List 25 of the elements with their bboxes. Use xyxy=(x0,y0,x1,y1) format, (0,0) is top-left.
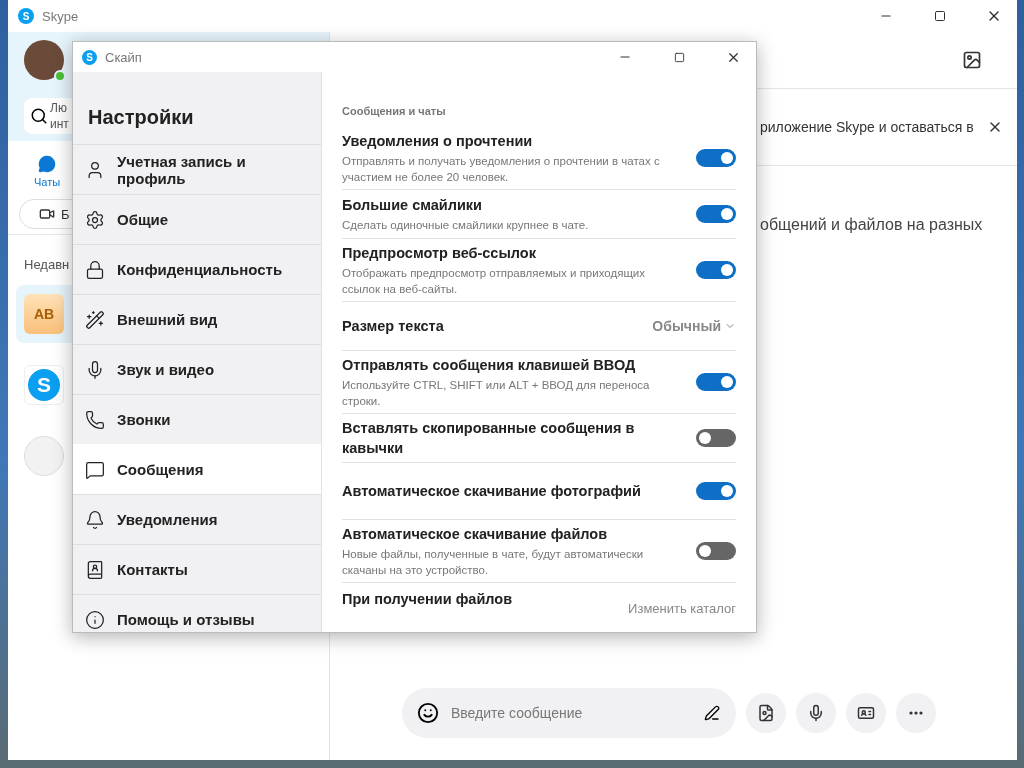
setting-description: Отображать предпросмотр отправляемых и приходящих ссылок на веб-сайты. xyxy=(342,266,647,297)
initials-avatar: AB xyxy=(24,294,64,334)
settings-heading: Настройки xyxy=(87,105,195,130)
content-text: общений и файлов на разных xyxy=(760,216,983,234)
setting-description: Используйте CTRL, SHIFT или ALT + ВВОД для переноса строки. xyxy=(342,378,651,409)
logo-avatar: S xyxy=(24,365,64,405)
setting-title: Автоматическое скачивание файлов xyxy=(342,525,609,544)
setting-title: Большие смайлики xyxy=(342,196,483,215)
setting-title: При получении файлов xyxy=(342,590,513,609)
banner-text: риложение Skype и оставаться в xyxy=(760,119,975,135)
logo-icon: S xyxy=(18,8,34,24)
setting-description: Отправлять и получать уведомления о прочтении в чатах с участием не более 20 человек. xyxy=(342,154,661,185)
section-heading: Сообщения и чаты xyxy=(342,104,447,119)
setting-title: Размер текста xyxy=(342,317,445,336)
logo-icon: S xyxy=(82,49,97,65)
window-title: Skype xyxy=(42,8,80,24)
window-title: Скайп xyxy=(105,49,143,65)
setting-description: Сделать одиночные смайлики крупнее в чате. xyxy=(342,218,590,233)
setting-title: Вставлять скопированные сообщения в кавычки xyxy=(342,419,636,458)
setting-title: Предпросмотр веб-ссылок xyxy=(342,244,537,263)
setting-title: Уведомления о прочтении xyxy=(342,132,534,151)
setting-title: Автоматическое скачивание фотографий xyxy=(342,482,642,501)
setting-description: Новые файлы, полученные в чате, будут автоматически скачаны на это устройство. xyxy=(342,547,645,578)
setting-title: Отправлять сообщения клавишей ВВОД xyxy=(342,356,637,375)
recent-label: Недавн xyxy=(24,257,70,272)
